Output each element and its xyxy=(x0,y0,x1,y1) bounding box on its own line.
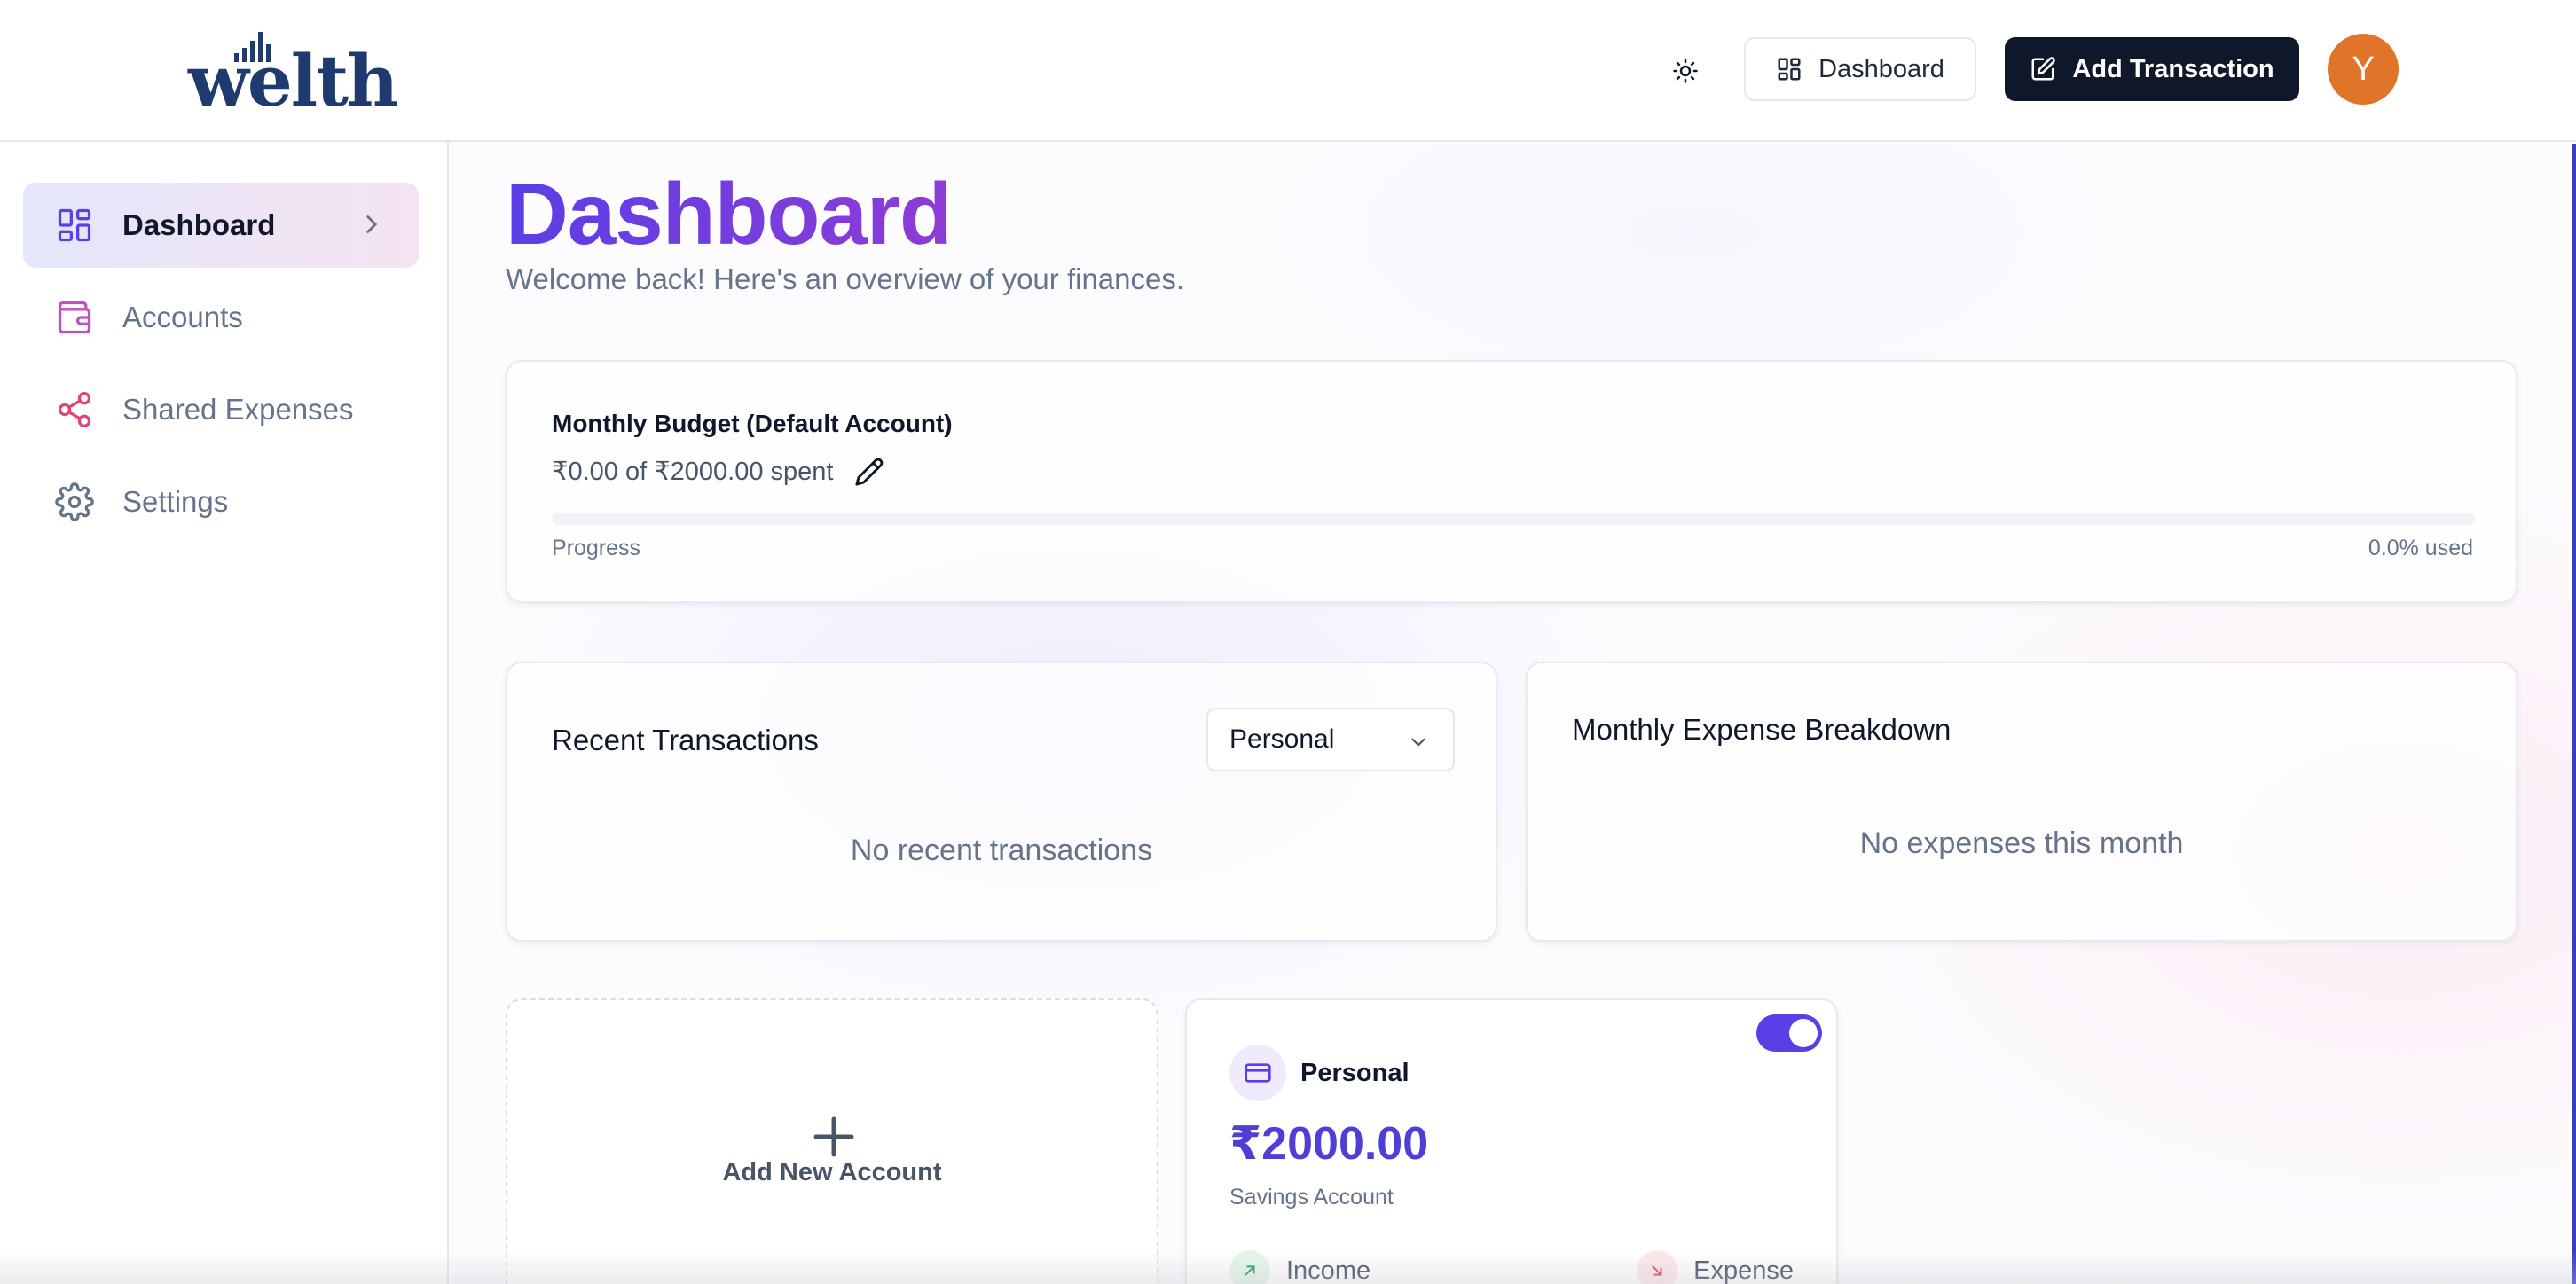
progress-label: Progress xyxy=(552,536,641,560)
sidebar-item-settings[interactable]: Settings xyxy=(23,459,419,544)
plus-icon xyxy=(813,1116,854,1157)
add-transaction-label: Add Transaction xyxy=(2072,54,2274,83)
sidebar-item-label: Shared Expenses xyxy=(122,393,354,426)
default-account-toggle[interactable] xyxy=(1756,1014,1822,1052)
recent-transactions-card: Recent Transactions Personal No recent t… xyxy=(506,662,1497,942)
page-subtitle: Welcome back! Here's an overview of your… xyxy=(506,262,1185,295)
header-dashboard-label: Dashboard xyxy=(1818,54,1944,83)
sidebar-item-dashboard[interactable]: Dashboard xyxy=(23,183,419,268)
credit-card-icon xyxy=(1229,1045,1286,1101)
logo-wordmark: welth xyxy=(188,39,398,122)
toggle-knob xyxy=(1789,1019,1818,1047)
income-label: Income xyxy=(1286,1256,1371,1284)
scroll-edge xyxy=(2572,144,2576,1284)
budget-progress-bar xyxy=(552,513,2475,525)
main-content: Dashboard Welcome back! Here's an overvi… xyxy=(451,144,2576,1284)
chevron-right-icon xyxy=(366,215,378,233)
add-new-account-label: Add New Account xyxy=(722,1158,942,1186)
theme-toggle-button[interactable] xyxy=(1659,46,1712,96)
sidebar: Dashboard Accounts Shared Expenses Setti… xyxy=(0,142,449,1284)
expense-label: Expense xyxy=(1693,1256,1794,1284)
wallet-icon xyxy=(53,296,96,339)
share-icon xyxy=(53,388,96,431)
account-type: Savings Account xyxy=(1229,1185,1394,1210)
monthly-budget-card: Monthly Budget (Default Account) ₹0.00 o… xyxy=(506,360,2517,603)
account-income: Income xyxy=(1229,1250,1370,1284)
no-expenses-text: No expenses this month xyxy=(1859,826,2184,860)
account-select-value: Personal xyxy=(1229,724,1335,754)
pencil-icon[interactable] xyxy=(854,457,884,487)
account-name: Personal xyxy=(1300,1059,1410,1087)
account-card-personal[interactable]: Personal ₹2000.00 Savings Account Income… xyxy=(1185,998,1838,1284)
add-new-account-card[interactable]: Add New Account xyxy=(506,998,1158,1284)
account-balance: ₹2000.00 xyxy=(1229,1118,1429,1170)
user-avatar[interactable]: Y xyxy=(2328,34,2399,105)
arrow-down-right-icon xyxy=(1637,1250,1678,1284)
sun-icon xyxy=(1673,59,1698,83)
sidebar-item-label: Dashboard xyxy=(122,208,276,241)
sidebar-item-shared-expenses[interactable]: Shared Expenses xyxy=(23,367,419,452)
account-select[interactable]: Personal xyxy=(1206,708,1455,771)
no-transactions-text: No recent transactions xyxy=(850,834,1153,867)
add-transaction-button[interactable]: Add Transaction xyxy=(2005,37,2299,101)
welth-logo[interactable]: welth xyxy=(188,27,398,121)
account-expense: Expense xyxy=(1637,1250,1794,1284)
budget-spent-text: ₹0.00 of ₹2000.00 spent xyxy=(552,458,834,486)
header-dashboard-button[interactable]: Dashboard xyxy=(1744,37,1976,101)
sidebar-item-label: Settings xyxy=(122,485,229,518)
budget-spent-row: ₹0.00 of ₹2000.00 spent xyxy=(552,456,884,487)
expense-breakdown-card: Monthly Expense Breakdown No expenses th… xyxy=(1526,662,2517,942)
pen-square-icon xyxy=(2031,57,2056,81)
sidebar-item-label: Accounts xyxy=(122,301,243,333)
layout-dashboard-icon xyxy=(1778,58,1801,81)
sidebar-item-accounts[interactable]: Accounts xyxy=(23,275,419,360)
page-title: Dashboard xyxy=(506,165,953,262)
recent-transactions-title: Recent Transactions xyxy=(552,724,819,756)
progress-used-value: 0.0% used xyxy=(2368,536,2473,560)
expense-breakdown-title: Monthly Expense Breakdown xyxy=(1572,713,1952,746)
chevron-down-icon xyxy=(1411,738,1425,747)
gear-icon xyxy=(53,481,96,523)
arrow-up-right-icon xyxy=(1229,1250,1270,1284)
top-header: welth Dashboard Add Transaction Y xyxy=(0,0,2576,142)
layout-dashboard-icon xyxy=(53,204,96,247)
budget-title: Monthly Budget (Default Account) xyxy=(552,410,953,437)
